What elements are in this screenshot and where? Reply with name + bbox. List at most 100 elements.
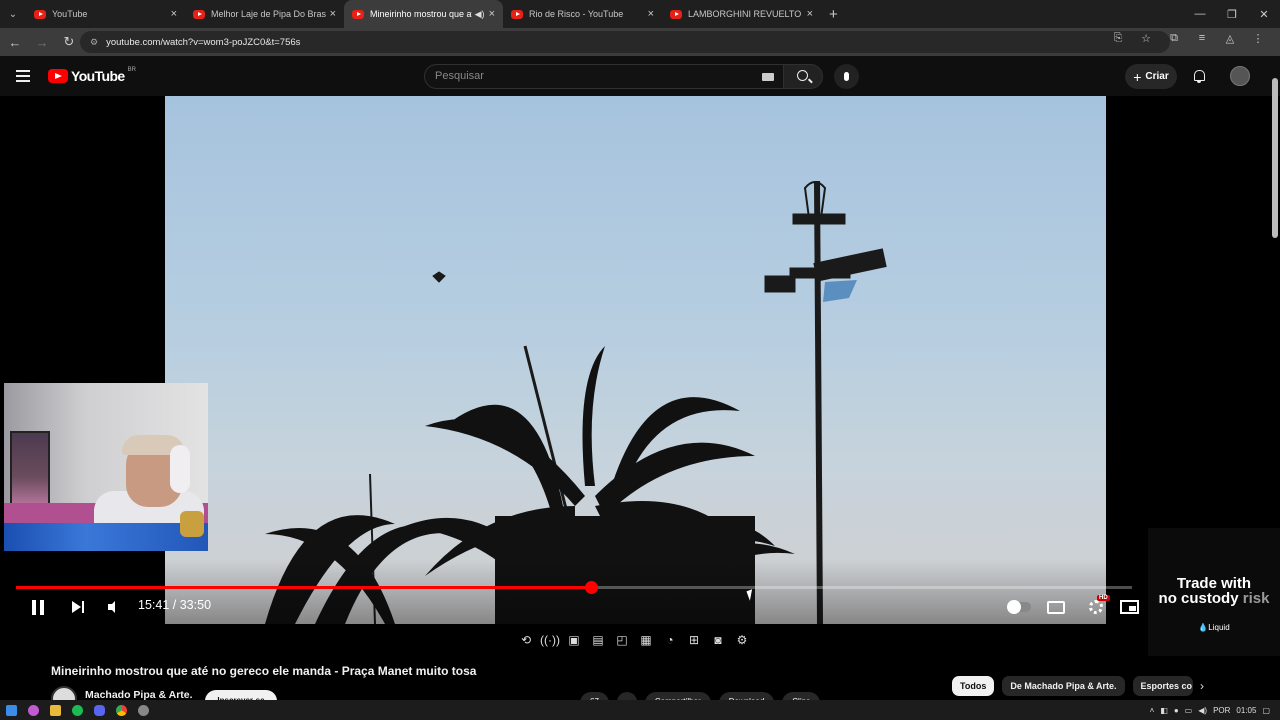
time-separator: /: [172, 598, 177, 612]
profile-icon[interactable]: ◬: [1216, 32, 1244, 45]
spotify-icon[interactable]: [66, 700, 88, 720]
speaker-icon[interactable]: ◀): [1198, 706, 1207, 715]
discord-icon[interactable]: [88, 700, 110, 720]
chip-channel[interactable]: De Machado Pipa & Arte.: [1002, 676, 1125, 696]
file-explorer-icon[interactable]: [44, 700, 66, 720]
browser-tab[interactable]: Rio de Risco - YouTube ×: [503, 0, 662, 28]
extensions-icon[interactable]: ⧉: [1160, 32, 1188, 45]
site-info-icon[interactable]: ⚙: [90, 37, 98, 48]
create-button[interactable]: + Criar: [1125, 64, 1177, 89]
sidebar-ad[interactable]: Trade with no custody risk 💧Liquid: [1148, 528, 1280, 656]
youtube-favicon-icon: [670, 9, 682, 19]
tab-title: Rio de Risco - YouTube: [529, 9, 624, 19]
notifications-bell-icon[interactable]: [1194, 70, 1205, 83]
region-code: BR: [127, 67, 136, 73]
app-icon[interactable]: [132, 700, 154, 720]
scrubber-handle[interactable]: [584, 581, 598, 594]
volume-icon[interactable]: [108, 598, 115, 616]
close-tab-icon[interactable]: ×: [489, 8, 495, 20]
next-icon[interactable]: [72, 598, 84, 616]
close-tab-icon[interactable]: ×: [807, 8, 813, 20]
media-controls-icon[interactable]: ≡: [1188, 32, 1216, 45]
pause-button[interactable]: [32, 598, 48, 616]
bookmark-star-icon[interactable]: ☆: [1132, 32, 1160, 45]
expand-icon[interactable]: ◰: [612, 630, 632, 650]
close-tab-icon[interactable]: ×: [171, 8, 177, 20]
back-icon[interactable]: ←: [3, 35, 27, 50]
video-frame[interactable]: [165, 96, 1106, 624]
chevron-right-icon[interactable]: ›: [1200, 679, 1204, 693]
subtitles-icon[interactable]: [1046, 598, 1066, 616]
new-tab-icon[interactable]: +: [829, 6, 838, 23]
tray-app-icon[interactable]: ◧: [1160, 706, 1168, 715]
youtube-favicon-icon: [193, 9, 205, 19]
window-controls: — ❐ ✕: [1184, 0, 1280, 28]
screen-icon[interactable]: ▣: [564, 630, 584, 650]
miniplayer-icon[interactable]: [1118, 598, 1140, 616]
browser-tab-active[interactable]: Mineirinho mostrou que até ◀) ×: [344, 0, 503, 28]
time-display: 15:41 / 33:50: [138, 598, 211, 612]
browser-toolbar-icons: ⎘ ☆ ⧉ ≡ ◬ ⋮: [1104, 32, 1272, 45]
input-language[interactable]: POR: [1213, 706, 1230, 715]
windows-start-icon[interactable]: [0, 700, 22, 720]
windows-taskbar: ˄ ◧ ● ▭ ◀) POR 01:05 ▢: [0, 700, 1280, 720]
chrome-icon[interactable]: [110, 700, 132, 720]
youtube-favicon-icon: [34, 9, 46, 19]
browser-menu-icon[interactable]: ⋮: [1244, 32, 1272, 45]
ad-line2: no custody risk: [1159, 591, 1270, 607]
loop-icon[interactable]: ⟲: [516, 630, 536, 650]
cinema-icon[interactable]: ▦: [636, 630, 656, 650]
speed-icon[interactable]: ◔: [660, 630, 680, 650]
search-input[interactable]: Pesquisar: [424, 64, 786, 89]
account-avatar[interactable]: [1230, 66, 1250, 86]
progress-played: [16, 586, 591, 589]
browser-tab[interactable]: LAMBORGHINI REVUELTO E FE ×: [662, 0, 821, 28]
youtube-header: YouTube BR Pesquisar + Criar: [0, 56, 1280, 96]
restore-icon[interactable]: ❐: [1216, 0, 1248, 28]
ad-line2-b: risk: [1242, 590, 1270, 607]
youtube-logo[interactable]: YouTube BR: [48, 67, 136, 84]
tray-mic-icon[interactable]: ●: [1174, 706, 1179, 715]
install-app-icon[interactable]: ⎘: [1104, 32, 1132, 45]
close-window-icon[interactable]: ✕: [1248, 0, 1280, 28]
ad-brand-name: Liquid: [1208, 623, 1230, 632]
minimize-icon[interactable]: —: [1184, 0, 1216, 28]
chip-sports[interactable]: Esportes co: [1132, 676, 1193, 696]
reload-icon[interactable]: ↻: [57, 34, 81, 50]
microphone-icon[interactable]: [834, 64, 859, 89]
clock[interactable]: 01:05: [1236, 706, 1256, 715]
close-tab-icon[interactable]: ×: [330, 8, 336, 20]
autoplay-toggle[interactable]: [1006, 598, 1032, 616]
notification-center-icon[interactable]: ▢: [1262, 706, 1270, 715]
search-icon[interactable]: [783, 64, 823, 89]
url-field[interactable]: ⚙ youtube.com/watch?v=wom3-poJZC0&t=756s: [80, 31, 1170, 53]
audio-mode-icon[interactable]: ((·)): [540, 630, 560, 650]
clapper-icon[interactable]: ▤: [588, 630, 608, 650]
screenshot-icon[interactable]: ◙: [708, 630, 728, 650]
extension-toolbar: ⟲ ((·)) ▣ ▤ ◰ ▦ ◔ ⊞ ◙ ⚙: [516, 630, 752, 650]
settings-gear-icon[interactable]: HD: [1085, 595, 1110, 616]
network-icon[interactable]: ▭: [1185, 706, 1193, 715]
tray-chevron-icon[interactable]: ˄: [1150, 706, 1155, 715]
audio-playing-icon[interactable]: ◀): [475, 9, 485, 20]
recommendation-chips: Todos De Machado Pipa & Arte. Esportes c…: [952, 676, 1193, 696]
keyboard-icon[interactable]: [762, 73, 774, 81]
close-tab-icon[interactable]: ×: [648, 8, 654, 20]
menu-hamburger-icon[interactable]: [16, 70, 30, 85]
extension-settings-icon[interactable]: ⚙: [732, 630, 752, 650]
chip-todos[interactable]: Todos: [952, 676, 995, 696]
plus-icon: +: [1133, 68, 1142, 85]
video-scene: [265, 180, 887, 624]
tab-title: Melhor Laje de Pipa Do Brasil -: [211, 9, 326, 19]
ad-line1: Trade with: [1176, 575, 1252, 592]
copilot-icon[interactable]: [22, 700, 44, 720]
current-time: 15:41: [138, 598, 170, 612]
tab-search-icon[interactable]: ⌄: [0, 0, 26, 28]
browser-tab[interactable]: Melhor Laje de Pipa Do Brasil - ×: [185, 0, 344, 28]
forward-icon[interactable]: →: [30, 35, 54, 50]
hd-badge: HD: [1097, 595, 1110, 601]
add-frame-icon[interactable]: ⊞: [684, 630, 704, 650]
url-text: youtube.com/watch?v=wom3-poJZC0&t=756s: [106, 36, 301, 48]
progress-bar[interactable]: [16, 581, 1132, 594]
browser-tab[interactable]: YouTube ×: [26, 0, 185, 28]
